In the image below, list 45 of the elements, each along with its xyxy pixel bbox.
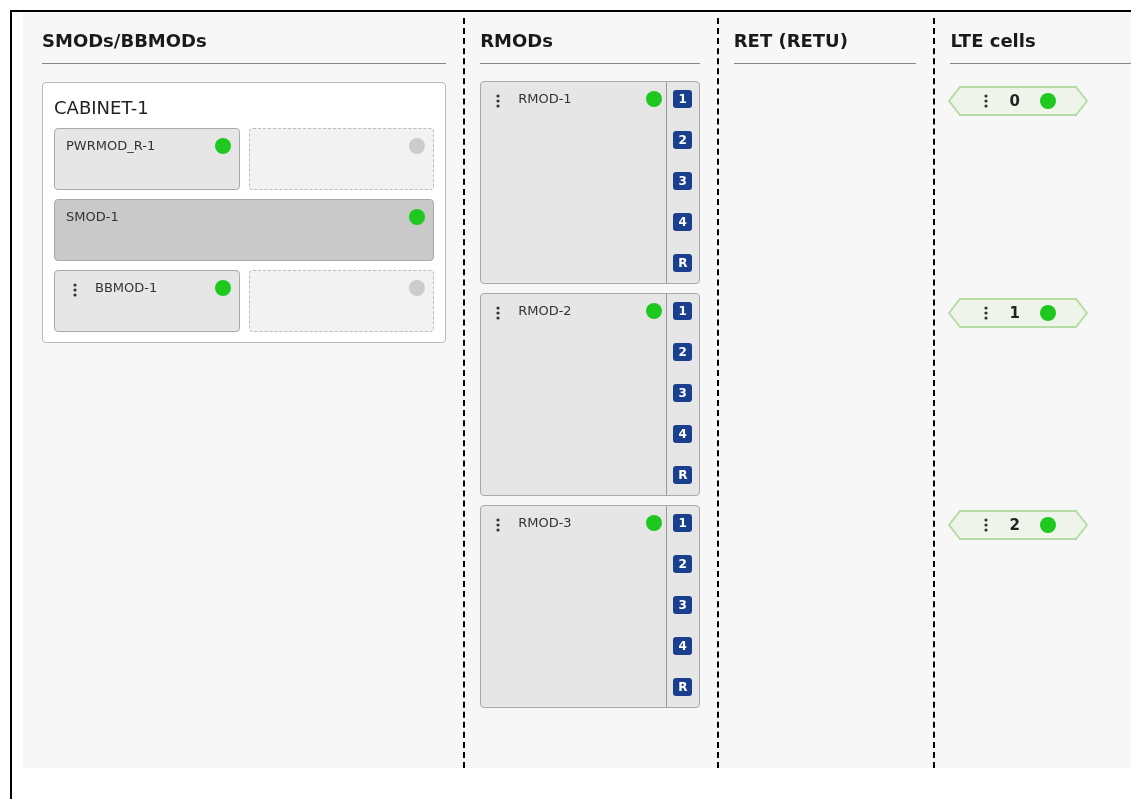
port-badge[interactable]: 1	[673, 302, 693, 320]
port-badge[interactable]: 4	[673, 425, 693, 443]
column-heading: RMODs	[480, 30, 700, 64]
column-heading: LTE cells	[950, 30, 1131, 64]
port-badge[interactable]: 1	[673, 514, 693, 532]
cell-tag[interactable]: 2	[948, 510, 1089, 540]
column-heading: SMODs/BBMODs	[42, 30, 447, 64]
port-badge[interactable]: 2	[673, 131, 693, 149]
port-badge[interactable]: 1	[673, 90, 693, 108]
port-badge[interactable]: 3	[673, 596, 693, 614]
kebab-menu-icon[interactable]	[496, 306, 501, 320]
port-badge[interactable]: R	[673, 466, 693, 484]
cell-label: 0	[1009, 92, 1020, 110]
module-card[interactable]: PWRMOD_R-1	[54, 128, 240, 190]
kebab-menu-icon[interactable]	[984, 306, 989, 320]
rmod-card[interactable]: RMOD-2 1 2 3 4 R	[480, 293, 700, 496]
port-badge[interactable]: 4	[673, 637, 693, 655]
kebab-menu-icon[interactable]	[984, 518, 989, 532]
cell-tag[interactable]: 1	[948, 298, 1089, 328]
rmod-card[interactable]: RMOD-1 1 2 3 4 R	[480, 81, 700, 284]
cell-label: 1	[1009, 304, 1020, 322]
port-badge[interactable]: 4	[673, 213, 693, 231]
module-name: BBMOD-1	[95, 280, 159, 295]
module-name: PWRMOD_R-1	[66, 138, 157, 153]
module-name: RMOD-1	[518, 91, 573, 106]
port-badge[interactable]: 3	[673, 384, 693, 402]
kebab-menu-icon[interactable]	[73, 283, 77, 297]
cabinet-title: CABINET-1	[54, 97, 150, 118]
port-badge[interactable]: R	[673, 678, 693, 696]
port-badge[interactable]: 3	[673, 172, 693, 190]
port-badge[interactable]: R	[673, 254, 693, 272]
cell-label: 2	[1009, 516, 1020, 534]
kebab-menu-icon[interactable]	[496, 94, 501, 108]
kebab-menu-icon[interactable]	[984, 94, 989, 108]
module-card[interactable]: BBMOD-1	[54, 270, 240, 332]
module-name: RMOD-3	[518, 515, 573, 530]
port-badge[interactable]: 2	[673, 555, 693, 573]
module-card[interactable]: SMOD-1	[54, 199, 435, 261]
port-badge[interactable]: 2	[673, 343, 693, 361]
kebab-menu-icon[interactable]	[496, 518, 501, 532]
module-name: RMOD-2	[518, 303, 573, 318]
cell-tag[interactable]: 0	[948, 86, 1089, 116]
module-name: SMOD-1	[66, 209, 120, 224]
rmod-card[interactable]: RMOD-3 1 2 3 4 R	[480, 505, 700, 708]
column-heading: RET (RETU)	[733, 30, 917, 64]
